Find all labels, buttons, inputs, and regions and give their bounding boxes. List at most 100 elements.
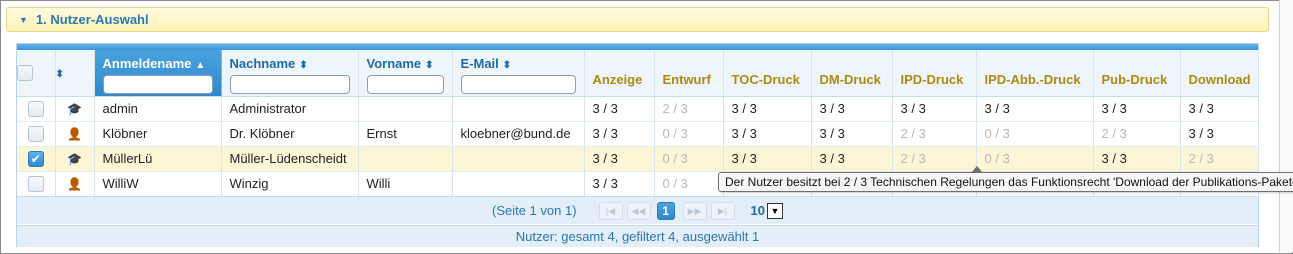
user-type-cell: 🎓 (55, 96, 95, 122)
user-type-cell: 🎓 (55, 146, 95, 172)
row-select-cell: ✔ (17, 146, 56, 172)
cell-ipd-abb-druck: 0 / 3 (976, 121, 1094, 147)
cell-ipd-druck: 3 / 3 (892, 96, 977, 122)
header-entwurf: Entwurf (654, 50, 724, 97)
sort-both-icon[interactable]: ⬍ (425, 60, 433, 71)
pager: (Seite 1 von 1) |◀ ◀◀ 1 ▶▶ ▶| 10 ▼ (17, 196, 1258, 224)
cell-dm-druck: 3 / 3 (811, 146, 893, 172)
header-toc-druck: TOC-Druck (723, 50, 812, 97)
cell-email (452, 146, 585, 172)
collapse-caret-icon[interactable]: ▼ (19, 15, 28, 25)
cell-vorname: Willi (358, 171, 453, 197)
cell-entwurf: 0 / 3 (654, 171, 724, 197)
cell-entwurf: 0 / 3 (654, 146, 724, 172)
cell-pub-druck: 3 / 3 (1093, 146, 1181, 172)
type-sort-header[interactable]: ⬍ (55, 50, 95, 97)
cell-email: kloebner@bund.de (452, 121, 585, 147)
cell-ipd-druck: 2 / 3 (892, 121, 977, 147)
table-row[interactable]: 👤 Klöbner Dr. Klöbner Ernst kloebner@bund.de… (17, 121, 1259, 147)
filter-vorname-input[interactable] (366, 75, 444, 94)
cell-anzeige: 3 / 3 (584, 121, 655, 147)
cell-toc-druck: 3 / 3 (723, 146, 812, 172)
graduation-cap-icon: 🎓 (67, 102, 82, 116)
cell-vorname: Ernst (358, 121, 453, 147)
cell-download: 2 / 3 (1180, 146, 1259, 172)
header-download: Download (1180, 50, 1259, 97)
current-page-button[interactable]: 1 (656, 201, 675, 220)
page-info: (Seite 1 von 1) (491, 203, 577, 218)
cell-anzeige: 3 / 3 (584, 96, 655, 122)
sort-both-icon[interactable]: ⬍ (503, 60, 511, 71)
tooltip-arrow (971, 166, 983, 173)
user-type-cell: 👤 (55, 121, 95, 147)
header-email[interactable]: E-Mail ⬍ (452, 50, 585, 97)
row-checkbox[interactable]: ✔ (27, 150, 44, 167)
scroll-gutter[interactable] (1279, 0, 1293, 252)
graduation-cap-icon: 🎓 (67, 152, 82, 166)
header-anmeldename-label: Anmeldename (102, 56, 192, 71)
cell-vorname (358, 96, 453, 122)
cell-anmeldename: MüllerLü (94, 146, 222, 172)
select-all-cell (17, 50, 56, 97)
sort-asc-icon[interactable]: ▲ (195, 60, 205, 71)
sort-both-icon[interactable]: ⬍ (299, 60, 307, 71)
header-email-label: E-Mail (460, 56, 499, 71)
rights-tooltip: Der Nutzer besitzt bei 2 / 3 Technischen… (718, 166, 1293, 192)
cell-anzeige: 3 / 3 (584, 171, 655, 197)
first-page-button[interactable]: |◀ (598, 201, 623, 220)
filter-email-input[interactable] (460, 75, 576, 94)
next-page-button[interactable]: ▶▶ (682, 201, 707, 220)
row-checkbox[interactable] (27, 125, 44, 142)
tooltip-text: Der Nutzer besitzt bei 2 / 3 Technischen… (725, 175, 1293, 189)
cell-ipd-druck: 2 / 3 (892, 146, 977, 172)
cell-download: 3 / 3 (1180, 121, 1259, 147)
header-anzeige: Anzeige (584, 50, 655, 97)
header-ipd-abb-druck: IPD-Abb.-Druck (976, 50, 1094, 97)
page-size-select[interactable]: 10 ▼ (750, 202, 783, 219)
section-title: 1. Nutzer-Auswahl (35, 12, 149, 27)
grid-summary: Nutzer: gesamt 4, gefiltert 4, ausgewähl… (17, 225, 1258, 247)
cell-dm-druck: 3 / 3 (811, 121, 893, 147)
user-icon: 👤 (67, 127, 82, 141)
table-row[interactable]: 🎓 admin Administrator 3 / 32 / 33 / 33 / 33… (17, 96, 1259, 122)
table-row[interactable]: ✔ 🎓 MüllerLü Müller-Lüdenscheidt 3 / 30 / 33… (17, 146, 1259, 172)
header-nachname[interactable]: Nachname ⬍ (221, 50, 359, 97)
header-nachname-label: Nachname (229, 56, 296, 71)
cell-nachname: Dr. Klöbner (221, 121, 359, 147)
cell-vorname (358, 146, 453, 172)
cell-anmeldename: Klöbner (94, 121, 222, 147)
header-pub-druck: Pub-Druck (1093, 50, 1181, 97)
header-vorname[interactable]: Vorname ⬍ (358, 50, 453, 97)
cell-dm-druck: 3 / 3 (811, 96, 893, 122)
cell-pub-druck: 3 / 3 (1093, 96, 1181, 122)
header-ipd-druck: IPD-Druck (892, 50, 977, 97)
page-size-value: 10 (750, 203, 765, 218)
cell-pub-druck: 2 / 3 (1093, 121, 1181, 147)
last-page-button[interactable]: ▶| (710, 201, 735, 220)
cell-nachname: Winzig (221, 171, 359, 197)
row-select-cell (17, 96, 56, 122)
user-type-cell: 👤 (55, 171, 95, 197)
row-checkbox[interactable] (27, 175, 44, 192)
chevron-down-icon[interactable]: ▼ (767, 202, 783, 219)
select-all-checkbox[interactable] (17, 65, 33, 82)
row-checkbox[interactable] (27, 100, 44, 117)
row-select-cell (17, 121, 56, 147)
filter-anmeldename-input[interactable] (102, 75, 213, 94)
section-header[interactable]: ▼ 1. Nutzer-Auswahl (6, 7, 1269, 32)
user-grid: ⬍ Anmeldename ▲ Nachname ⬍ Vorname ⬍ E-Mail… (16, 43, 1259, 247)
cell-ipd-abb-druck: 0 / 3 (976, 146, 1094, 172)
cell-email (452, 96, 585, 122)
cell-entwurf: 0 / 3 (654, 121, 724, 147)
cell-ipd-abb-druck: 3 / 3 (976, 96, 1094, 122)
user-icon: 👤 (67, 177, 82, 191)
sort-both-icon[interactable]: ⬍ (56, 69, 64, 80)
header-row: ⬍ Anmeldename ▲ Nachname ⬍ Vorname ⬍ E-Mail… (17, 50, 1259, 97)
cell-anmeldename: admin (94, 96, 222, 122)
filter-nachname-input[interactable] (229, 75, 350, 94)
cell-toc-druck: 3 / 3 (723, 121, 812, 147)
prev-page-button[interactable]: ◀◀ (626, 201, 651, 220)
cell-anzeige: 3 / 3 (584, 146, 655, 172)
cell-download: 3 / 3 (1180, 96, 1259, 122)
header-anmeldename[interactable]: Anmeldename ▲ (94, 50, 222, 97)
